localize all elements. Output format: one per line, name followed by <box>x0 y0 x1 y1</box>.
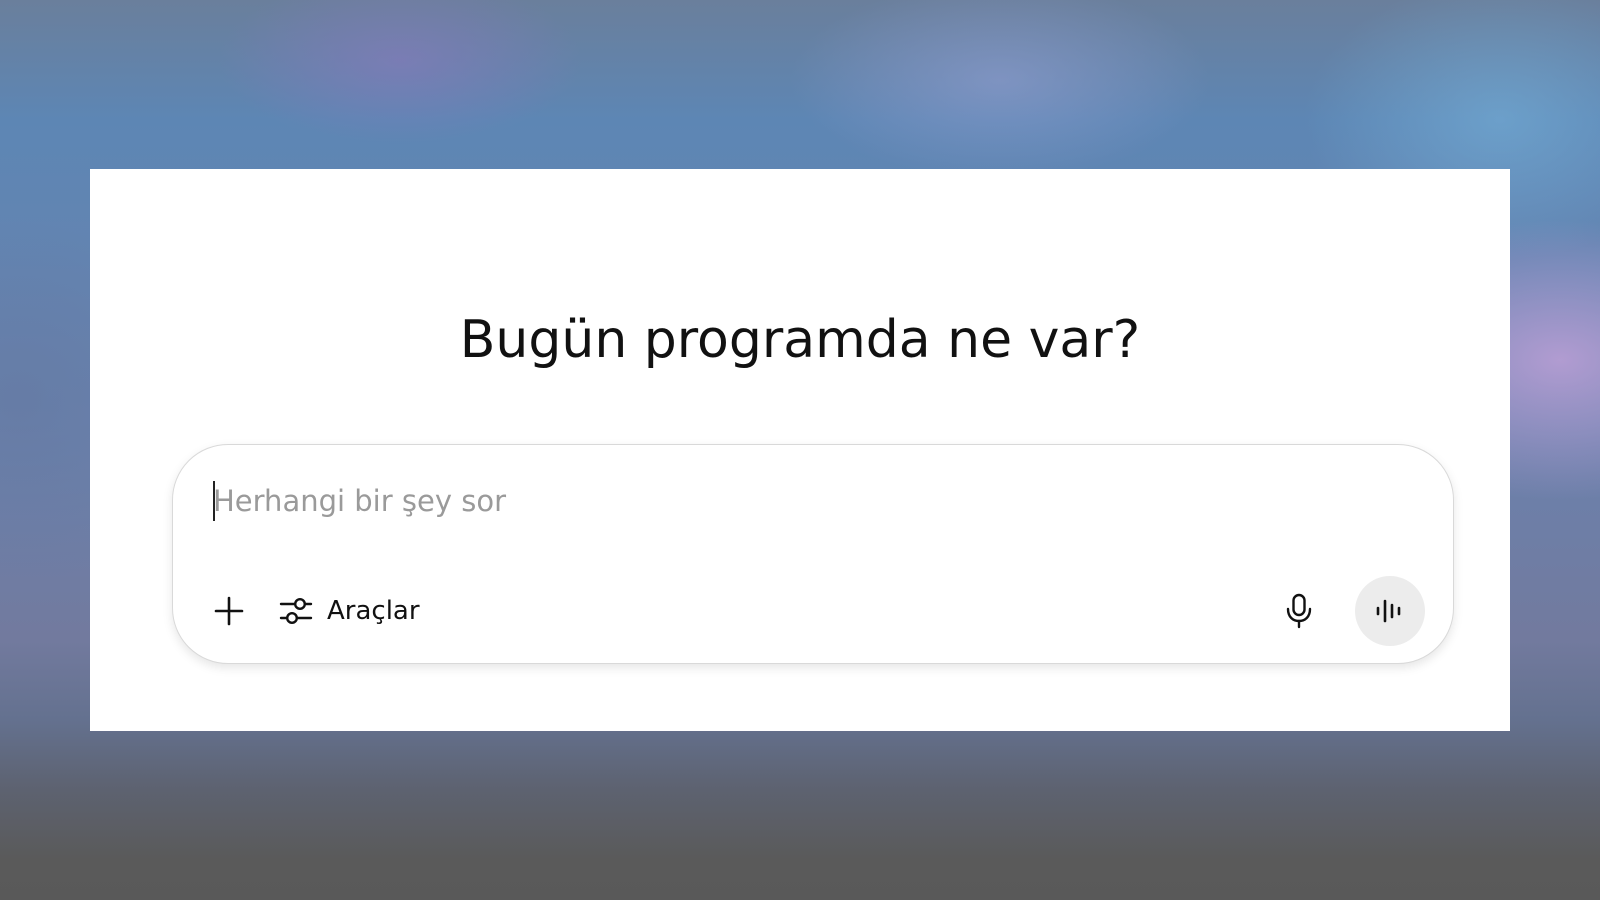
plus-icon <box>213 595 245 627</box>
prompt-composer: Araçlar <box>172 444 1454 664</box>
microphone-icon <box>1284 593 1314 629</box>
tools-label: Araçlar <box>327 596 420 626</box>
voice-waveform-icon <box>1375 598 1405 624</box>
voice-mode-button[interactable] <box>1355 576 1425 646</box>
add-attachment-button[interactable] <box>203 585 255 637</box>
sliders-icon <box>279 594 313 628</box>
prompt-input[interactable] <box>213 479 1393 523</box>
text-caret <box>213 481 215 521</box>
tools-button[interactable]: Araçlar <box>273 585 430 637</box>
dictation-button[interactable] <box>1273 585 1325 637</box>
chat-start-panel: Bugün programda ne var? Herhangi bir şey… <box>90 169 1510 731</box>
page-title: Bugün programda ne var? <box>459 310 1141 370</box>
